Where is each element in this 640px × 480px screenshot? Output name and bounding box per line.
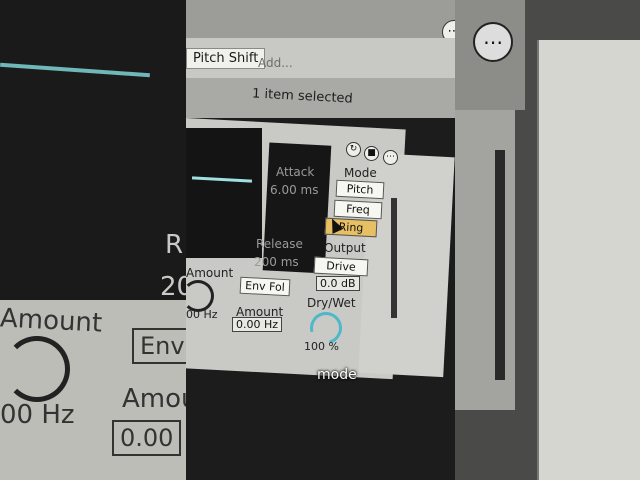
release-value[interactable]: 200 ms (254, 255, 299, 269)
right-meter (495, 150, 505, 380)
env-fol-button[interactable]: Env Fol (239, 276, 291, 297)
envelope-panel (262, 142, 332, 274)
hot-swap-icon[interactable]: ↻ (346, 142, 361, 157)
left-num-text: 20 (160, 272, 186, 302)
release-label: Release (256, 237, 303, 251)
right-blur-panel: ⋯ (455, 0, 640, 480)
left-amount-label: Amount (0, 303, 103, 339)
mode-freq-button[interactable]: Freq (333, 199, 383, 220)
left-r-text: R (165, 230, 184, 260)
pitch-shift-chip[interactable]: Pitch Shift (186, 48, 266, 69)
save-preset-icon[interactable]: ■ (364, 146, 379, 161)
left-amou-label: Amou (122, 384, 186, 414)
add-tag-input[interactable]: Add... (258, 56, 293, 70)
device-view: ⋯ Pitch Shift Add... 1 item selected Att… (186, 0, 455, 480)
output-meter (391, 198, 397, 318)
amount-label: Amount (186, 266, 234, 280)
mode-pitch-button[interactable]: Pitch (335, 179, 385, 200)
output-gain-value[interactable]: 0.0 dB (316, 276, 360, 291)
left-knob-icon (4, 336, 70, 402)
attack-label: Attack (276, 165, 315, 179)
drive-button[interactable]: Drive (313, 256, 369, 277)
amount2-value[interactable]: 0.00 Hz (232, 317, 283, 332)
caption-text: mode (317, 367, 357, 383)
left-value-box: 0.00 (112, 420, 182, 456)
mode-label: Mode (344, 166, 377, 180)
dry-wet-label: Dry/Wet (307, 296, 356, 310)
left-hz-label: 00 Hz (0, 400, 75, 430)
dry-wet-value: 100 % (304, 340, 339, 353)
device-menu-icon[interactable]: ⋯ (383, 150, 398, 165)
left-blur-panel: R 20 Amount 00 Hz Env Amou 0.00 (0, 0, 186, 480)
output-label: Output (324, 241, 366, 255)
top-bar: ⋯ (186, 0, 455, 44)
right-more-icon: ⋯ (473, 22, 513, 62)
attack-value[interactable]: 6.00 ms (270, 183, 318, 197)
display-screen (186, 128, 262, 258)
left-env-button: Env (132, 328, 186, 364)
amount-freq-value: 00 Hz (186, 308, 218, 321)
